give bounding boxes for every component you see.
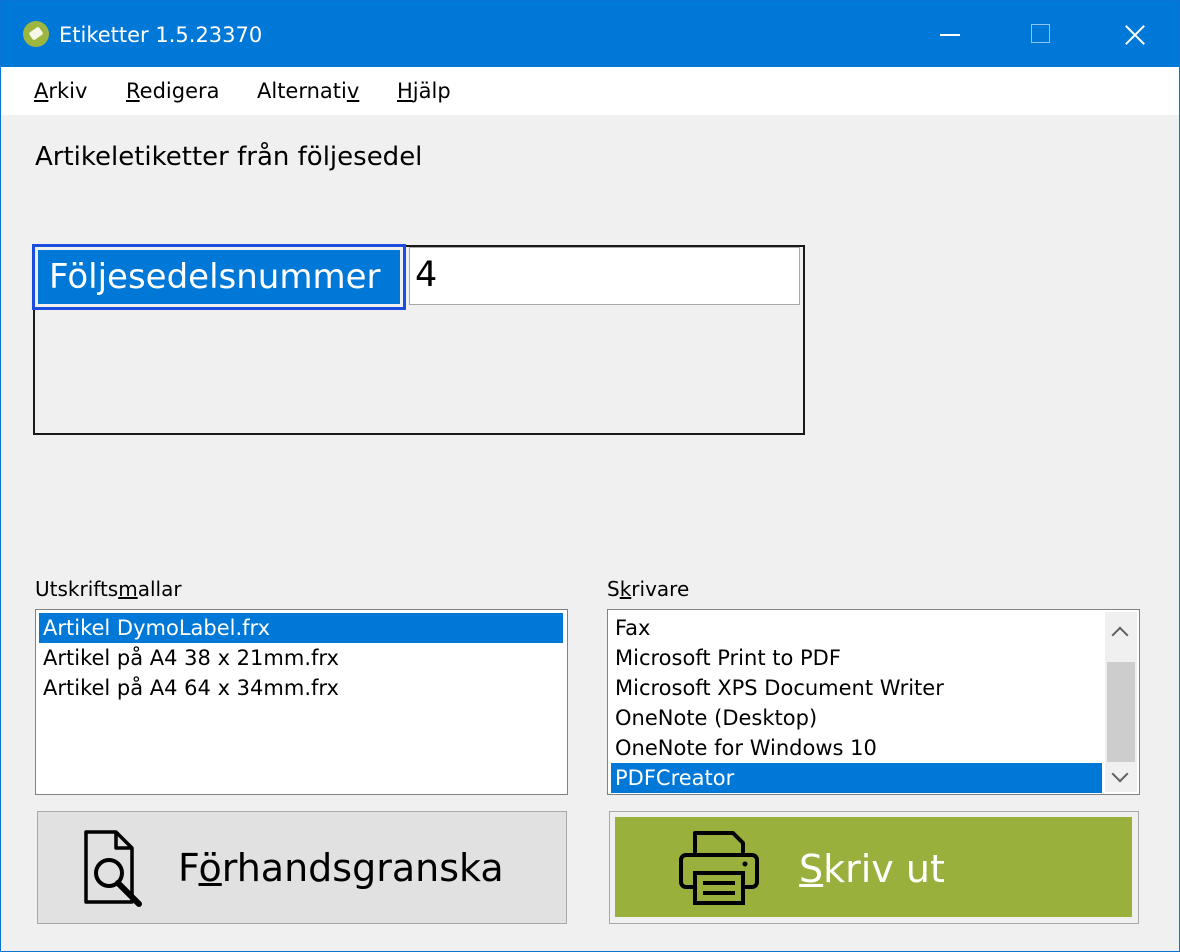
scroll-up-icon[interactable] [1111, 626, 1129, 644]
document-search-icon [84, 830, 142, 907]
delivery-note-number-input[interactable]: 4 [409, 247, 800, 305]
list-item[interactable]: OneNote (Desktop) [611, 703, 1102, 733]
list-item[interactable]: Artikel DymoLabel.frx [39, 613, 563, 643]
minimize-button[interactable] [903, 1, 995, 67]
mnemonic: v [346, 79, 360, 103]
list-item[interactable]: Artikel på A4 64 x 34mm.frx [39, 673, 563, 703]
close-button[interactable] [1087, 1, 1179, 67]
menu-label: edigera [139, 79, 220, 103]
app-window: Etiketter 1.5.23370 Arkiv Redigera Alter… [0, 0, 1180, 952]
list-item[interactable]: Fax [611, 613, 1102, 643]
print-button-label: Skriv ut [799, 845, 945, 893]
templates-label: Utskriftsmallar [35, 576, 182, 602]
printer-icon [679, 831, 759, 905]
print-button-face: Skriv ut [615, 817, 1132, 917]
list-item[interactable]: OneNote for Windows 10 [611, 733, 1102, 763]
list-item[interactable]: Microsoft Print to PDF [611, 643, 1102, 673]
label-text: F [178, 846, 199, 890]
menu-label: rkiv [48, 79, 88, 103]
menu-alternativ[interactable]: Alternativ [257, 77, 359, 105]
preview-button-label: Förhandsgranska [178, 844, 504, 892]
preview-button[interactable]: Förhandsgranska [37, 811, 567, 924]
menu-redigera[interactable]: Redigera [126, 77, 220, 105]
scroll-down-icon[interactable] [1111, 765, 1129, 783]
list-item[interactable]: Artikel på A4 38 x 21mm.frx [39, 643, 563, 673]
list-item[interactable]: PDFCreator [611, 763, 1102, 793]
window-title: Etiketter 1.5.23370 [59, 23, 263, 47]
title-bar[interactable]: Etiketter 1.5.23370 [1, 1, 1179, 67]
menu-arkiv[interactable]: Arkiv [34, 77, 87, 105]
scroll-thumb[interactable] [1107, 662, 1135, 762]
mnemonic: ö [198, 846, 222, 890]
label-text: rivare [631, 577, 690, 601]
tag-icon [23, 21, 49, 47]
field-label-focused[interactable]: Följesedelsnummer [32, 244, 406, 310]
label-text: kriv ut [823, 847, 945, 891]
label-text: rhandsgranska [221, 846, 504, 890]
menu-hjalp[interactable]: Hjälp [397, 77, 451, 105]
menu-label: Alternati [257, 79, 347, 103]
templates-listbox[interactable]: Artikel DymoLabel.frx Artikel på A4 38 x… [35, 609, 568, 795]
mnemonic: m [118, 577, 138, 601]
printers-label: Skrivare [607, 576, 689, 602]
page-heading: Artikeletiketter från följesedel [35, 142, 423, 172]
list-item[interactable]: Microsoft XPS Document Writer [611, 673, 1102, 703]
menu-bar: Arkiv Redigera Alternativ Hjälp [1, 67, 1179, 115]
label-text: allar [137, 577, 182, 601]
menu-label: jälp [412, 79, 451, 103]
label-text: Utskrifts [35, 577, 119, 601]
label-text: S [607, 577, 620, 601]
mnemonic: R [126, 79, 140, 103]
maximize-button[interactable] [995, 1, 1087, 67]
mnemonic: A [34, 79, 49, 103]
printers-scrollbar[interactable] [1105, 612, 1137, 792]
mnemonic: S [799, 847, 824, 891]
delivery-note-number-label: Följesedelsnummer [38, 250, 400, 304]
mnemonic: k [619, 577, 632, 601]
print-button[interactable]: Skriv ut [609, 811, 1139, 924]
printers-listbox[interactable]: Fax Microsoft Print to PDF Microsoft XPS… [607, 609, 1140, 795]
mnemonic: H [397, 79, 413, 103]
